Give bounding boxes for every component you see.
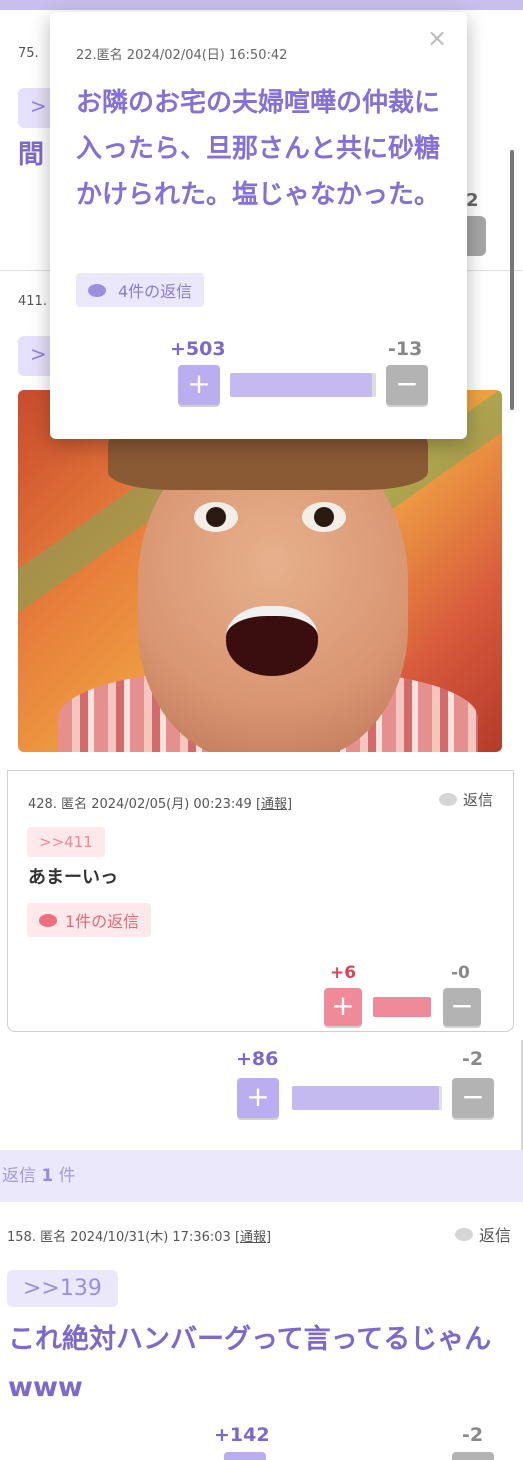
popup-plus-button[interactable]: + — [178, 365, 220, 405]
scrollbar[interactable] — [510, 150, 514, 410]
reply-428-reply-button[interactable]: 返信 — [438, 789, 493, 810]
reply-428-reply-label: 返信 — [462, 791, 493, 809]
popup-vote-bar — [230, 373, 376, 397]
comment-411-meta: 411. — [18, 294, 47, 309]
comment-75-meta: 75. — [18, 46, 39, 61]
comment-158-minus-button[interactable] — [452, 1452, 494, 1460]
reply-428-minus-button[interactable]: − — [443, 988, 481, 1026]
reply-428-replies-label: 1件の返信 — [65, 912, 140, 931]
reply-428-anchor[interactable]: >>411 — [27, 827, 105, 857]
popup-minus-button[interactable]: − — [386, 365, 428, 405]
speech-bubble-icon — [88, 283, 106, 297]
comment-158-text: これ絶対ハンバーグって言ってるじゃんwww — [8, 1324, 492, 1403]
popup-replies-button[interactable]: 4件の返信 — [76, 273, 205, 307]
speech-bubble-icon — [438, 793, 457, 806]
reply-428-minus-count: -0 — [451, 963, 470, 983]
comment-158-plus-button[interactable] — [224, 1452, 266, 1460]
comment-158-meta-text: 158. 匿名 2024/10/31(木) 17:36:03 — [7, 1230, 231, 1245]
reply-428-meta: 428. 匿名 2024/02/05(月) 00:23:49 [通報] — [28, 793, 292, 812]
reply-428-plus-button[interactable]: + — [324, 988, 362, 1026]
comment-158-meta: 158. 匿名 2024/10/31(木) 17:36:03 [通報] — [7, 1226, 271, 1245]
comment-158-anchor[interactable]: >>139 — [7, 1270, 118, 1307]
reply-428-vote-bar — [373, 997, 431, 1017]
reply-428-text: あまーいっ — [28, 867, 118, 888]
top-bar — [0, 0, 523, 10]
comment-75-text: 間 — [18, 140, 45, 170]
replies-section-suffix: 件 — [53, 1166, 76, 1186]
comment-75-minus-count: 2 — [466, 190, 479, 211]
popup-minus-count: -13 — [388, 338, 423, 360]
comment-411-vote-bar — [292, 1086, 442, 1110]
reply-428-vote-bar-fill — [373, 997, 431, 1017]
comment-158-minus-count: -2 — [462, 1424, 484, 1446]
reply-428-replies-button[interactable]: 1件の返信 — [27, 903, 152, 937]
comment-card-158: 158. 匿名 2024/10/31(木) 17:36:03 [通報] 返信 >… — [0, 1202, 523, 1460]
comment-411-image[interactable] — [18, 390, 502, 752]
comment-158-reply-button[interactable]: 返信 — [454, 1222, 511, 1246]
popup-plus-count: +503 — [170, 338, 226, 360]
speech-bubble-icon — [454, 1227, 473, 1241]
comment-158-plus-count: +142 — [214, 1424, 270, 1446]
comment-popup: 22.匿名 2024/02/04(日) 16:50:42 × お隣のお宅の夫婦喧… — [50, 12, 467, 439]
comment-411-plus-count: +86 — [236, 1048, 279, 1070]
replies-section-header: 返信 1 件 — [0, 1150, 523, 1202]
popup-meta: 22.匿名 2024/02/04(日) 16:50:42 — [76, 48, 288, 63]
reply-card-428: 428. 匿名 2024/02/05(月) 00:23:49 [通報] 返信 >… — [7, 770, 514, 1032]
close-icon[interactable]: × — [425, 26, 449, 50]
comment-411-minus-count: -2 — [462, 1048, 484, 1070]
comment-411-vote-bar-fill — [292, 1086, 439, 1110]
comment-411-plus-button[interactable]: + — [237, 1078, 279, 1118]
popup-replies-label: 4件の返信 — [118, 282, 193, 301]
reply-428-meta-text: 428. 匿名 2024/02/05(月) 00:23:49 — [28, 797, 252, 812]
popup-comment-text: お隣のお宅の夫婦喧嘩の仲裁に入ったら、旦那さんと共に砂糖かけられた。塩じゃなかっ… — [76, 88, 441, 210]
comment-411-minus-button[interactable]: − — [452, 1078, 494, 1118]
reply-428-plus-count: +6 — [330, 963, 357, 983]
replies-section-count: 1 — [41, 1166, 54, 1186]
popup-vote-bar-fill — [230, 373, 373, 397]
comment-158-reply-label: 返信 — [478, 1226, 511, 1245]
replies-section-prefix: 返信 — [2, 1166, 42, 1186]
speech-bubble-icon — [39, 913, 57, 927]
report-link[interactable]: [通報] — [235, 1230, 271, 1245]
report-link[interactable]: [通報] — [256, 797, 292, 812]
